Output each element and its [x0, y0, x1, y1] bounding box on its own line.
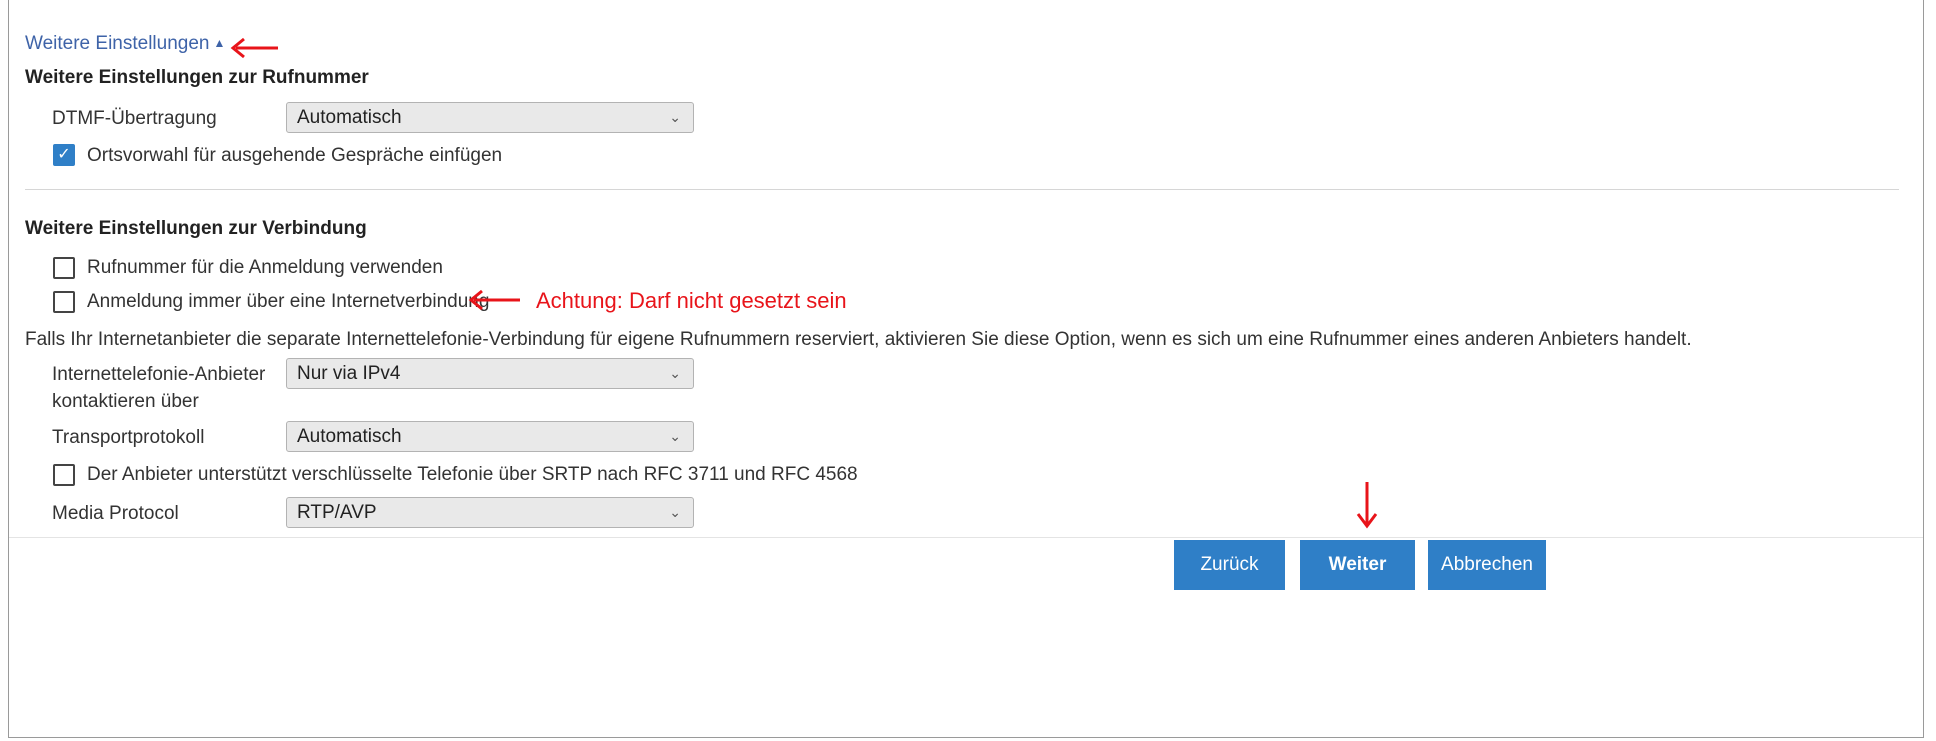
always-internet-label: Anmeldung immer über eine Internetverbin…: [87, 291, 490, 312]
section-title-number: Weitere Einstellungen zur Rufnummer: [25, 67, 369, 88]
dtmf-select[interactable]: Automatisch ⌄: [286, 102, 694, 133]
chevron-down-icon: ⌄: [669, 109, 681, 125]
contact-select[interactable]: Nur via IPv4 ⌄: [286, 358, 694, 389]
contact-label-line1: Internettelefonie-Anbieter: [52, 364, 266, 385]
use-number-label: Rufnummer für die Anmeldung verwenden: [87, 257, 443, 278]
cancel-button[interactable]: Abbrechen: [1428, 540, 1546, 590]
srtp-label: Der Anbieter unterstützt verschlüsselte …: [87, 464, 858, 485]
back-button[interactable]: Zurück: [1174, 540, 1285, 590]
transport-select-value: Automatisch: [297, 426, 402, 447]
contact-select-value: Nur via IPv4: [297, 363, 401, 384]
chevron-down-icon: ⌄: [669, 365, 681, 381]
footer-divider: [9, 537, 1923, 538]
toggle-label[interactable]: Weitere Einstellungen: [25, 33, 209, 54]
chevron-down-icon: ⌄: [669, 504, 681, 520]
red-arrow-down-icon: [1356, 482, 1378, 529]
dtmf-select-value: Automatisch: [297, 107, 402, 128]
next-button[interactable]: Weiter: [1300, 540, 1415, 590]
media-select[interactable]: RTP/AVP ⌄: [286, 497, 694, 528]
info-note: Falls Ihr Internetanbieter die separate …: [25, 329, 1692, 350]
always-internet-checkbox[interactable]: [53, 291, 75, 313]
area-code-label: Ortsvorwahl für ausgehende Gespräche ein…: [87, 145, 503, 166]
transport-label: Transportprotokoll: [52, 427, 205, 448]
media-label: Media Protocol: [52, 503, 179, 524]
srtp-checkbox[interactable]: [53, 464, 75, 486]
warning-annotation: Achtung: Darf nicht gesetzt sein: [536, 288, 847, 313]
chevron-down-icon: ⌄: [669, 428, 681, 444]
area-code-checkbox[interactable]: ✓: [53, 144, 75, 166]
dtmf-label: DTMF-Übertragung: [52, 108, 217, 129]
red-arrow-left-icon: [468, 289, 520, 311]
use-number-checkbox[interactable]: [53, 257, 75, 279]
caret-up-icon[interactable]: ▲: [213, 36, 225, 50]
section-title-connection: Weitere Einstellungen zur Verbindung: [25, 218, 367, 239]
red-arrow-left-icon: [230, 37, 278, 59]
transport-select[interactable]: Automatisch ⌄: [286, 421, 694, 452]
media-select-value: RTP/AVP: [297, 502, 377, 523]
contact-label-line2: kontaktieren über: [52, 391, 199, 412]
more-settings-toggle[interactable]: Weitere Einstellungen ▲: [25, 33, 225, 55]
section-divider: [25, 189, 1899, 190]
